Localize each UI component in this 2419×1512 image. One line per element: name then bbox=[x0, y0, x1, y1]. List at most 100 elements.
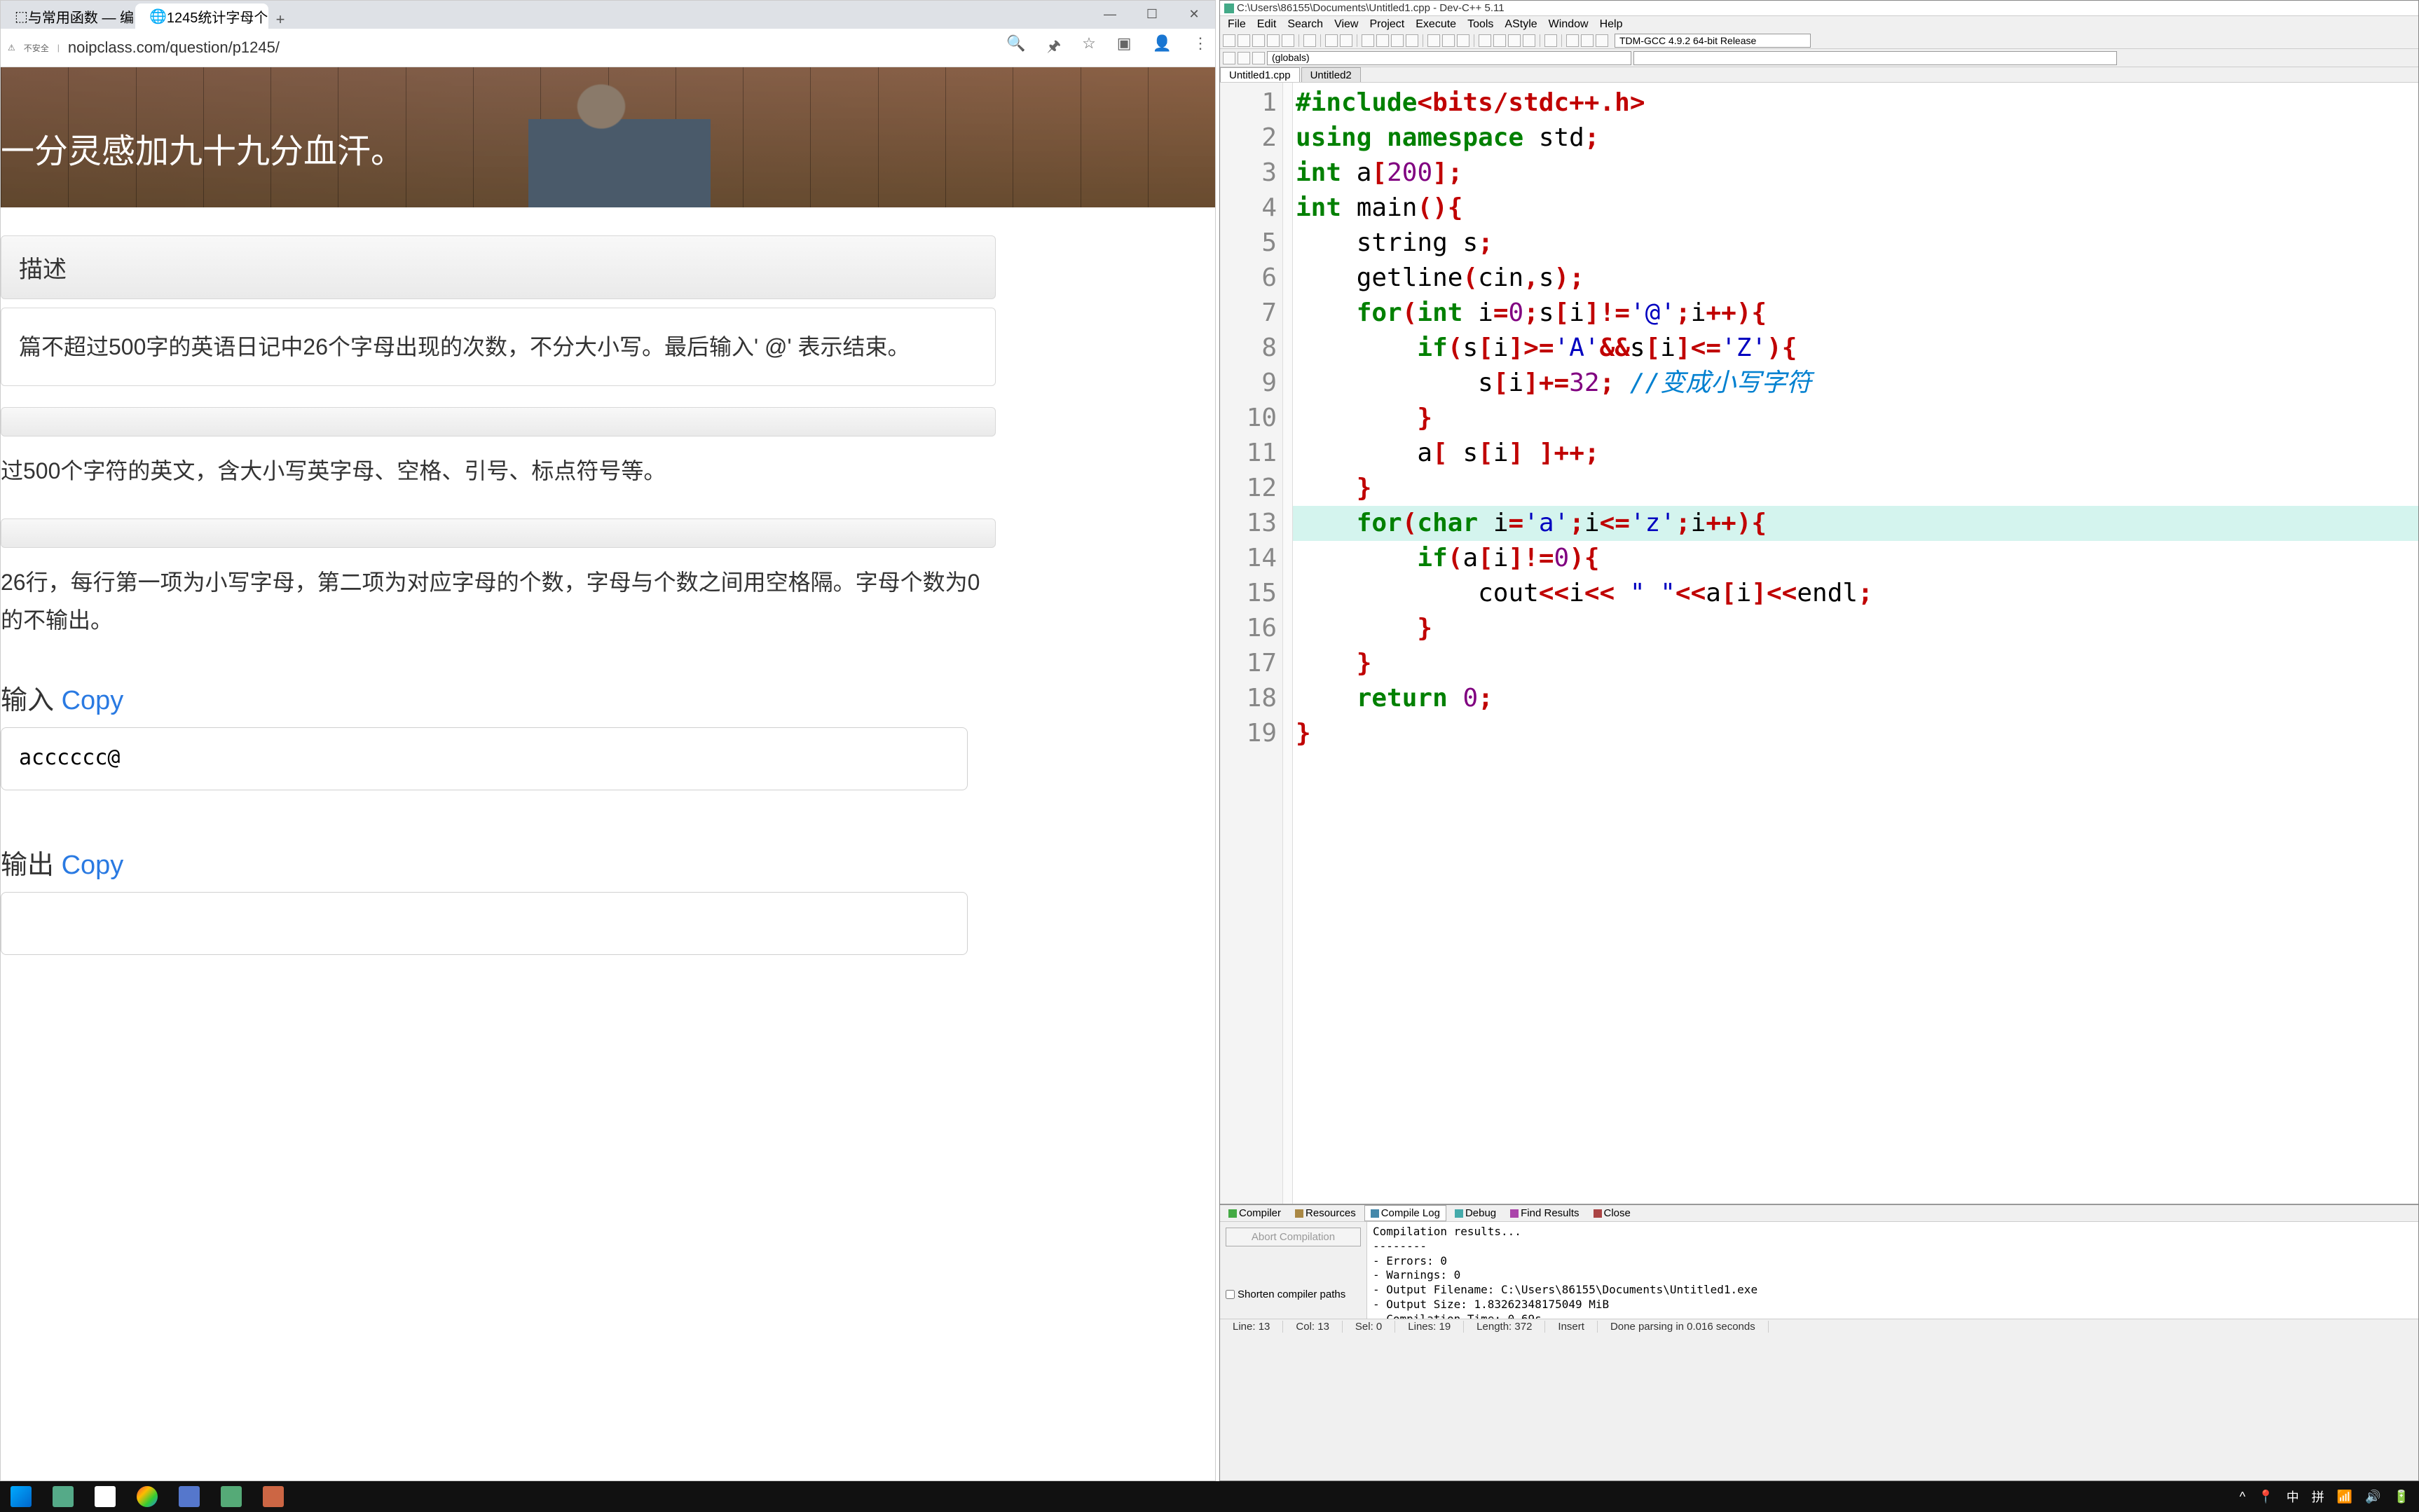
menu-astyle[interactable]: AStyle bbox=[1500, 17, 1542, 32]
line-number-gutter: 12345678910111213141516171819 bbox=[1220, 83, 1283, 1204]
bookmark-icon[interactable] bbox=[1457, 34, 1469, 47]
status-parse: Done parsing in 0.016 seconds bbox=[1598, 1321, 1769, 1333]
address-bar: ⚠ 不安全 | noipclass.com/question/p1245/ 🔍 … bbox=[1, 29, 1215, 67]
output-description: 26行，每行第一项为小写字母，第二项为对应字母的个数，字母与个数之间用空格隔。字… bbox=[1, 556, 996, 647]
not-secure-label: 不安全 bbox=[24, 42, 49, 54]
secondary-toolbar: (globals) bbox=[1220, 49, 2418, 67]
tab-find-results[interactable]: Find Results bbox=[1505, 1206, 1584, 1221]
translate-icon[interactable]: 🖈 bbox=[1047, 34, 1061, 61]
tab-resources[interactable]: Resources bbox=[1289, 1206, 1362, 1221]
code-editor[interactable]: 12345678910111213141516171819 #include<b… bbox=[1220, 83, 2418, 1204]
new-tab-button[interactable]: + bbox=[270, 11, 291, 29]
find-icon[interactable] bbox=[1544, 34, 1557, 47]
window-minimize[interactable]: — bbox=[1089, 1, 1131, 27]
url-input[interactable]: noipclass.com/question/p1245/ bbox=[68, 39, 998, 57]
copy-output-link[interactable]: Copy bbox=[62, 851, 124, 880]
run-icon[interactable] bbox=[1376, 34, 1389, 47]
stop-icon[interactable] bbox=[1566, 34, 1579, 47]
status-col: Col: 13 bbox=[1283, 1321, 1343, 1333]
profile-icon[interactable] bbox=[1581, 34, 1594, 47]
status-line: Line: 13 bbox=[1220, 1321, 1283, 1333]
copy-input-link[interactable]: Copy bbox=[62, 686, 124, 715]
warning-icon: ⚠ bbox=[8, 43, 15, 53]
menu-help[interactable]: Help bbox=[1595, 17, 1628, 32]
battery-icon[interactable]: 🔋 bbox=[2394, 1490, 2409, 1504]
ime-method-indicator[interactable]: 拼 bbox=[2312, 1487, 2324, 1506]
location-icon[interactable]: 📍 bbox=[2258, 1490, 2273, 1504]
goto3-icon[interactable] bbox=[1252, 52, 1265, 64]
output-heading bbox=[1, 518, 996, 548]
menu-tools[interactable]: Tools bbox=[1462, 17, 1498, 32]
compile-icon[interactable] bbox=[1362, 34, 1374, 47]
panel-icon[interactable]: ▣ bbox=[1117, 34, 1132, 61]
taskbar-app-6[interactable] bbox=[252, 1481, 294, 1512]
taskbar-devcpp[interactable] bbox=[168, 1481, 210, 1512]
menu-icon[interactable]: ⋮ bbox=[1193, 34, 1208, 61]
fold-column bbox=[1283, 83, 1293, 1204]
ime-lang-indicator[interactable]: 中 bbox=[2287, 1487, 2299, 1506]
taskbar-app-5[interactable] bbox=[210, 1481, 252, 1512]
delete-icon[interactable] bbox=[1596, 34, 1608, 47]
menu-window[interactable]: Window bbox=[1544, 17, 1594, 32]
nav-fwd-icon[interactable] bbox=[1442, 34, 1455, 47]
undo-icon[interactable] bbox=[1325, 34, 1338, 47]
goto2-icon[interactable] bbox=[1238, 52, 1250, 64]
open-icon[interactable] bbox=[1238, 34, 1250, 47]
chevron-up-icon[interactable]: ^ bbox=[2240, 1490, 2245, 1504]
menu-search[interactable]: Search bbox=[1282, 17, 1328, 32]
file-tab-strip: Untitled1.cpp Untitled2 bbox=[1220, 67, 2418, 83]
volume-icon[interactable]: 🔊 bbox=[2365, 1490, 2380, 1504]
redo-icon[interactable] bbox=[1340, 34, 1352, 47]
menu-project[interactable]: Project bbox=[1364, 17, 1409, 32]
sample-input-box: acccccc@ bbox=[1, 727, 968, 790]
tab-strip: ⬚ 与常用函数 — 编... 🌐 1245统计字母个数 - 编程中心 ✕ + bbox=[1, 1, 1215, 29]
taskbar-app-1[interactable] bbox=[42, 1481, 84, 1512]
window-maximize[interactable]: ☐ bbox=[1131, 1, 1173, 27]
zoom-icon[interactable]: 🔍 bbox=[1006, 34, 1025, 61]
taskbar-app-2[interactable] bbox=[84, 1481, 126, 1512]
compile-log-output: Compilation results... -------- - Errors… bbox=[1367, 1222, 2418, 1319]
debug3-icon[interactable] bbox=[1508, 34, 1521, 47]
new-icon[interactable] bbox=[1223, 34, 1235, 47]
close-icon[interactable] bbox=[1282, 34, 1294, 47]
compile-run-icon[interactable] bbox=[1391, 34, 1404, 47]
start-button[interactable] bbox=[0, 1481, 42, 1512]
saveall-icon[interactable] bbox=[1267, 34, 1280, 47]
status-insert: Insert bbox=[1545, 1321, 1598, 1333]
code-area[interactable]: #include<bits/stdc++.h> using namespace … bbox=[1293, 83, 2418, 1204]
compiler-select[interactable]: TDM-GCC 4.9.2 64-bit Release bbox=[1615, 34, 1811, 48]
tab-debug[interactable]: Debug bbox=[1449, 1206, 1502, 1221]
debug-icon[interactable] bbox=[1479, 34, 1491, 47]
debug4-icon[interactable] bbox=[1523, 34, 1535, 47]
menu-execute[interactable]: Execute bbox=[1411, 17, 1461, 32]
goto-icon[interactable] bbox=[1223, 52, 1235, 64]
file-tab-1[interactable]: Untitled2 bbox=[1301, 67, 1361, 82]
menu-file[interactable]: File bbox=[1223, 17, 1251, 32]
browser-tab-0[interactable]: ⬚ 与常用函数 — 编... bbox=[1, 4, 134, 29]
nav-back-icon[interactable] bbox=[1427, 34, 1440, 47]
menu-edit[interactable]: Edit bbox=[1252, 17, 1282, 32]
debug2-icon[interactable] bbox=[1493, 34, 1506, 47]
system-tray: ^ 📍 中 拼 📶 🔊 🔋 bbox=[2240, 1487, 2419, 1506]
star-icon[interactable]: ☆ bbox=[1082, 34, 1096, 61]
window-close[interactable]: ✕ bbox=[1173, 1, 1215, 27]
tab-close[interactable]: Close bbox=[1588, 1206, 1636, 1221]
devcpp-window: C:\Users\86155\Documents\Untitled1.cpp -… bbox=[1219, 0, 2419, 1481]
profile-icon[interactable]: 👤 bbox=[1153, 34, 1172, 61]
status-length: Length: 372 bbox=[1464, 1321, 1545, 1333]
menu-view[interactable]: View bbox=[1329, 17, 1363, 32]
wifi-icon[interactable]: 📶 bbox=[2337, 1490, 2352, 1504]
abort-compilation-button[interactable]: Abort Compilation bbox=[1226, 1228, 1361, 1246]
member-combo[interactable] bbox=[1633, 51, 2117, 65]
taskbar-chrome[interactable] bbox=[126, 1481, 168, 1512]
globals-combo[interactable]: (globals) bbox=[1267, 51, 1631, 65]
tab-compile-log[interactable]: Compile Log bbox=[1364, 1205, 1446, 1221]
tab-compiler[interactable]: Compiler bbox=[1223, 1206, 1287, 1221]
shorten-paths-checkbox[interactable]: Shorten compiler paths bbox=[1226, 1288, 1361, 1300]
browser-tab-1[interactable]: 🌐 1245统计字母个数 - 编程中心 ✕ bbox=[135, 4, 268, 29]
save-icon[interactable] bbox=[1252, 34, 1265, 47]
print-icon[interactable] bbox=[1303, 34, 1316, 47]
file-tab-0[interactable]: Untitled1.cpp bbox=[1220, 67, 1300, 82]
page-content[interactable]: 一分灵感加九十九分血汗。 描述 篇不超过500字的英语日记中26个字母出现的次数… bbox=[1, 67, 1215, 1480]
rebuild-icon[interactable] bbox=[1406, 34, 1418, 47]
